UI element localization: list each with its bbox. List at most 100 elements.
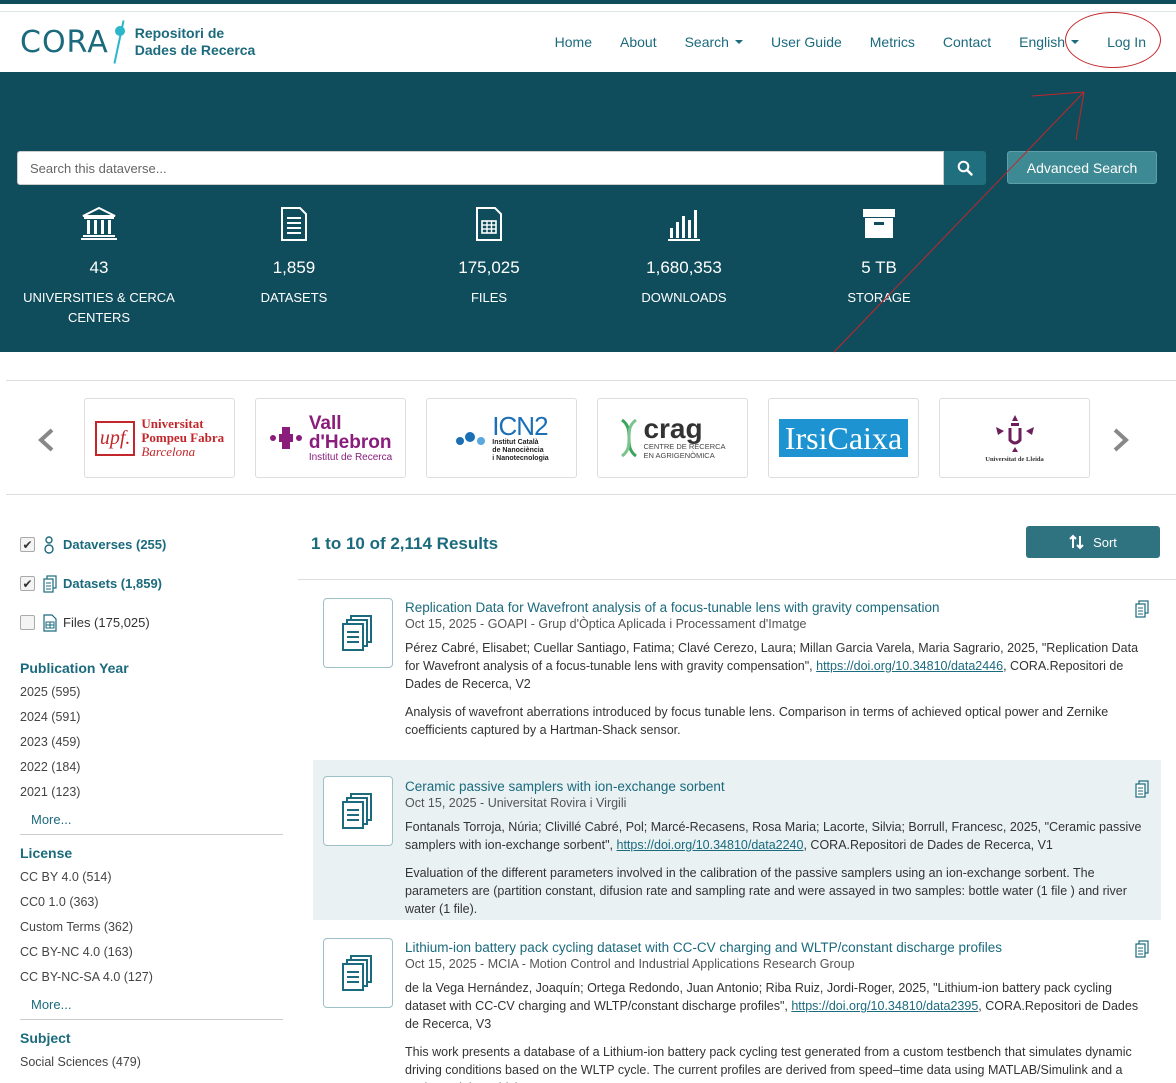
stat-value: 5 TB [861, 258, 897, 277]
top-stripe [0, 0, 1176, 12]
facet-item[interactable]: 2021 (123) [20, 780, 285, 805]
logo-tagline: Repositori de Dades de Recerca [135, 25, 256, 59]
facet-sidebar: ✔ Dataverses (255) ✔ Datasets (1,859) Fi… [20, 525, 285, 1075]
cora-logo[interactable]: CORA Repositori de Dades de Recerca [20, 16, 255, 68]
nav-home[interactable]: Home [555, 34, 592, 50]
result-card: Ceramic passive samplers with ion-exchan… [313, 760, 1161, 920]
datasets-checkbox[interactable]: ✔ [20, 576, 35, 591]
dataset-thumbnail[interactable] [323, 598, 393, 668]
sort-label: Sort [1093, 534, 1117, 550]
partner-logo-vall-hebron[interactable]: Vall d'Hebron Institut de Recerca [255, 398, 406, 478]
result-title-link[interactable]: Replication Data for Wavefront analysis … [405, 600, 1145, 615]
crag-line3: EN AGRIGENÒMICA [643, 451, 715, 460]
partner-logo-irsicaixa[interactable]: IrsiCaixa [768, 398, 919, 478]
nav-contact[interactable]: Contact [943, 34, 991, 50]
result-meta: Oct 15, 2025 - MCIA - Motion Control and… [405, 957, 855, 971]
chevron-right-icon [1113, 428, 1129, 452]
stat-label: DOWNLOADS [641, 290, 727, 305]
irsicaixa-name: IrsiCaixa [778, 419, 909, 457]
doi-link[interactable]: https://doi.org/10.34810/data2240 [617, 838, 804, 852]
carousel-next-button[interactable] [1109, 425, 1133, 455]
search-button[interactable] [944, 151, 986, 185]
archive-box-icon [863, 209, 895, 238]
dataset-thumbnail[interactable] [323, 776, 393, 846]
partner-logo-icn2[interactable]: ICN2 Institut Català de Nanociència i Na… [426, 398, 577, 478]
dataset-icon [342, 793, 372, 829]
language-label: English [1019, 34, 1066, 50]
facet-heading-subject: Subject [20, 1030, 71, 1046]
udl-name: Universitat de Lleida [985, 456, 1044, 463]
stat-value: 1,680,353 [646, 258, 722, 277]
facet-item[interactable]: 2023 (459) [20, 730, 285, 755]
main-nav: Home About Search User Guide Metrics Con… [541, 12, 1176, 72]
nav-about[interactable]: About [620, 34, 657, 50]
stat-label: STORAGE [847, 290, 911, 305]
facet-item[interactable]: CC BY 4.0 (514) [20, 865, 285, 890]
login-wrap: Log In [1065, 12, 1162, 68]
dataset-icon [281, 207, 307, 241]
stat-value: 43 [89, 258, 109, 277]
vall-hebron-cross-icon [269, 427, 302, 449]
annotation-circle [1065, 12, 1162, 68]
doi-link[interactable]: https://doi.org/10.34810/data2395 [791, 999, 978, 1013]
crag-helix-icon [621, 418, 638, 458]
file-icon [43, 613, 57, 632]
result-title-link[interactable]: Ceramic passive samplers with ion-exchan… [405, 779, 1145, 794]
result-meta: Oct 15, 2025 - GOAPI - Grup d'Òptica Apl… [405, 617, 807, 631]
facet-item[interactable]: 2025 (595) [20, 680, 285, 705]
dataset-icon [342, 615, 372, 651]
files-checkbox[interactable] [20, 615, 35, 630]
bar-chart-icon [668, 210, 700, 241]
facet-item[interactable]: Social Sciences (479) [20, 1050, 285, 1075]
facet-dataverses[interactable]: ✔ Dataverses (255) [20, 525, 285, 564]
more-publication-year-link[interactable]: More... [20, 805, 283, 835]
results-count: 1 to 10 of 2,114 Results [311, 534, 499, 553]
result-citation: Fontanals Torroja, Núria; Clivillé Cabré… [405, 820, 1142, 852]
partner-logo-crag[interactable]: crag CENTRE DE RECERCA EN AGRIGENÒMICA [597, 398, 748, 478]
result-card: Lithium-ion battery pack cycling dataset… [313, 930, 1161, 1083]
doi-link[interactable]: https://doi.org/10.34810/data2446 [816, 659, 1003, 673]
facet-files[interactable]: Files (175,025) [20, 603, 285, 642]
facet-heading-publication-year: Publication Year [20, 660, 129, 676]
result-title-link[interactable]: Lithium-ion battery pack cycling dataset… [405, 940, 1145, 955]
logo-mark-icon [111, 16, 129, 68]
dataset-icon [43, 574, 57, 593]
stat-value: 175,025 [458, 258, 520, 277]
upf-line3: Barcelona [141, 444, 196, 459]
logo-wordmark: CORA [20, 24, 109, 60]
icn2-line3: de Nanociència [492, 447, 544, 454]
stat-label: FILES [470, 290, 508, 305]
nav-search-label: Search [684, 34, 729, 50]
nav-metrics[interactable]: Metrics [870, 34, 915, 50]
dataverses-checkbox[interactable]: ✔ [20, 537, 35, 552]
vh-line2: d'Hebron [308, 431, 392, 453]
facet-item[interactable]: 2024 (591) [20, 705, 285, 730]
search-icon [957, 160, 973, 176]
stat-storage: 5 TB STORAGE [789, 204, 969, 308]
advanced-search-button[interactable]: Advanced Search [1007, 151, 1157, 184]
facet-item[interactable]: Custom Terms (362) [20, 915, 285, 940]
upf-line1: Universitat [141, 416, 204, 431]
nav-user-guide[interactable]: User Guide [771, 34, 842, 50]
more-license-link[interactable]: More... [20, 990, 283, 1020]
result-card: Replication Data for Wavefront analysis … [313, 590, 1161, 750]
vh-line3: Institut de Recerca [308, 451, 393, 463]
facet-item[interactable]: CC BY-NC 4.0 (163) [20, 940, 285, 965]
stat-label: DATASETS [260, 290, 328, 305]
search-input[interactable]: Search this dataverse... [17, 151, 944, 185]
partner-logo-upf[interactable]: upf. Universitat Pompeu Fabra Barcelona [84, 398, 235, 478]
nav-search-dropdown[interactable]: Search [685, 34, 743, 50]
dataset-thumbnail[interactable] [323, 938, 393, 1008]
navbar: CORA Repositori de Dades de Recerca Home… [0, 12, 1176, 72]
result-meta: Oct 15, 2025 - Universitat Rovira i Virg… [405, 796, 627, 810]
facet-item[interactable]: CC BY-NC-SA 4.0 (127) [20, 965, 285, 990]
partner-logo-udl[interactable]: Universitat de Lleida [939, 398, 1090, 478]
facet-item[interactable]: CC0 1.0 (363) [20, 890, 285, 915]
facet-datasets[interactable]: ✔ Datasets (1,859) [20, 564, 285, 603]
sort-button[interactable]: Sort [1026, 526, 1160, 558]
datasets-label: Datasets (1,859) [63, 576, 162, 591]
carousel-prev-button[interactable] [34, 425, 58, 455]
facet-item[interactable]: 2022 (184) [20, 755, 285, 780]
stat-institutions: 43 UNIVERSITIES & CERCA CENTERS [9, 204, 189, 328]
result-description: Evaluation of the different parameters i… [405, 866, 1127, 916]
